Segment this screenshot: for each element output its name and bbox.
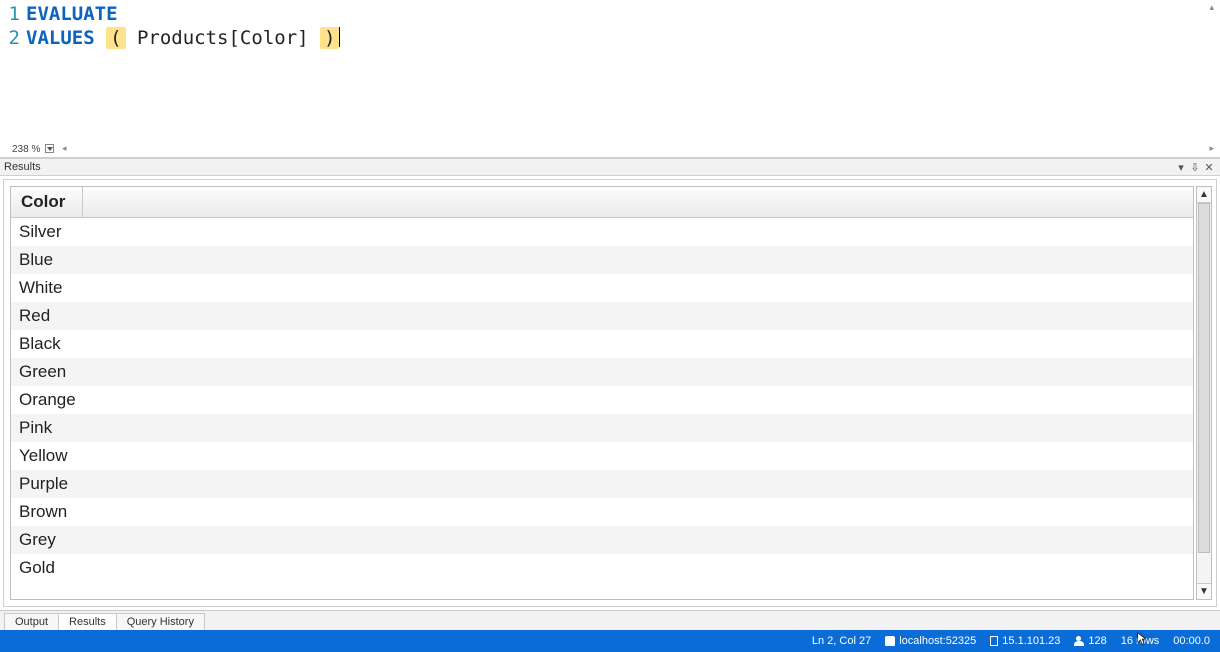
table-row[interactable]: Red — [11, 302, 1193, 330]
table-row[interactable]: Silver — [11, 218, 1193, 246]
status-ln-col: Ln 2, Col 27 — [812, 635, 871, 647]
panel-menu-icon[interactable]: ▾ — [1174, 161, 1188, 174]
table-row[interactable]: Blue — [11, 246, 1193, 274]
table-row[interactable]: Brown — [11, 498, 1193, 526]
status-spid: 128 — [1074, 635, 1106, 647]
editor-scroll-right-icon[interactable]: ▸ — [1209, 143, 1214, 154]
editor-scroll-left-icon[interactable]: ◂ — [62, 143, 67, 154]
table-row[interactable]: Purple — [11, 470, 1193, 498]
scroll-down-button[interactable]: ▼ — [1197, 583, 1211, 599]
document-icon — [990, 636, 998, 646]
tab-query-history[interactable]: Query History — [116, 613, 205, 630]
zoom-value: 238 % — [12, 144, 40, 155]
table-cell: Orange — [11, 386, 1193, 414]
grid-header-row: Color — [11, 187, 1193, 218]
scroll-track[interactable] — [1197, 203, 1211, 583]
code-editor-pane[interactable]: 12 EVALUATEVALUES ( Products[Color] ) ▴ … — [0, 0, 1220, 158]
table-cell: Black — [11, 330, 1193, 358]
token-paren: ( — [106, 27, 125, 49]
line-number-gutter: 12 — [0, 2, 26, 50]
table-row[interactable]: Black — [11, 330, 1193, 358]
token-ident: Products[Color] — [126, 27, 320, 49]
bottom-tab-bar: OutputResultsQuery History — [0, 610, 1220, 630]
token-paren: ) — [320, 27, 339, 49]
zoom-level[interactable]: 238 % — [12, 144, 54, 155]
panel-pin-icon[interactable]: ⇩ — [1188, 161, 1202, 174]
table-row[interactable]: Green — [11, 358, 1193, 386]
table-row[interactable]: Pink — [11, 414, 1193, 442]
results-panel-header: Results ▾ ⇩ ✕ — [0, 158, 1220, 176]
line-number: 2 — [0, 26, 20, 50]
table-cell: Blue — [11, 246, 1193, 274]
table-cell: Green — [11, 358, 1193, 386]
grid-scrollbar[interactable]: ▲ ▼ — [1196, 186, 1212, 600]
table-row[interactable]: Grey — [11, 526, 1193, 554]
token-space — [95, 27, 106, 49]
zoom-dropdown-icon[interactable] — [45, 144, 54, 153]
code-line[interactable]: EVALUATE — [26, 2, 340, 26]
table-cell: Grey — [11, 526, 1193, 554]
column-header-spacer — [83, 187, 1193, 217]
status-bar: Ln 2, Col 27 localhost:52325 15.1.101.23… — [0, 630, 1220, 652]
panel-close-icon[interactable]: ✕ — [1202, 161, 1216, 174]
code-line[interactable]: VALUES ( Products[Color] ) — [26, 26, 340, 50]
status-spid-text: 128 — [1088, 635, 1106, 647]
status-version-text: 15.1.101.23 — [1002, 635, 1060, 647]
column-header-color[interactable]: Color — [11, 187, 83, 217]
scroll-up-button[interactable]: ▲ — [1197, 187, 1211, 203]
table-cell: Red — [11, 302, 1193, 330]
status-server-text: localhost:52325 — [899, 635, 976, 647]
line-number: 1 — [0, 2, 20, 26]
table-cell: Silver — [11, 218, 1193, 246]
status-version: 15.1.101.23 — [990, 635, 1060, 647]
results-pane: Color SilverBlueWhiteRedBlackGreenOrange… — [3, 179, 1217, 607]
table-cell: Brown — [11, 498, 1193, 526]
tab-output[interactable]: Output — [4, 613, 59, 630]
table-cell: White — [11, 274, 1193, 302]
code-area[interactable]: EVALUATEVALUES ( Products[Color] ) — [26, 2, 340, 50]
editor-scroll-up-icon[interactable]: ▴ — [1209, 2, 1214, 13]
results-grid[interactable]: Color SilverBlueWhiteRedBlackGreenOrange… — [10, 186, 1194, 600]
results-panel-title: Results — [4, 161, 1174, 173]
token-kw: EVALUATE — [26, 3, 118, 25]
text-caret — [339, 27, 340, 47]
table-row[interactable]: Yellow — [11, 442, 1193, 470]
table-cell: Purple — [11, 470, 1193, 498]
table-cell: Pink — [11, 414, 1193, 442]
grid-body[interactable]: SilverBlueWhiteRedBlackGreenOrangePinkYe… — [11, 218, 1193, 582]
status-elapsed: 00:00.0 — [1173, 635, 1210, 647]
tab-results[interactable]: Results — [58, 613, 117, 630]
table-row[interactable]: Orange — [11, 386, 1193, 414]
table-cell: Gold — [11, 554, 1193, 582]
status-rows: 16 rows — [1121, 635, 1160, 647]
status-server: localhost:52325 — [885, 635, 976, 647]
table-row[interactable]: Gold — [11, 554, 1193, 582]
code-editor[interactable]: 12 EVALUATEVALUES ( Products[Color] ) — [0, 2, 1220, 50]
scroll-thumb[interactable] — [1198, 203, 1210, 553]
user-icon — [1074, 636, 1084, 646]
table-cell: Yellow — [11, 442, 1193, 470]
database-icon — [885, 636, 895, 646]
table-row[interactable]: White — [11, 274, 1193, 302]
token-kw: VALUES — [26, 27, 95, 49]
